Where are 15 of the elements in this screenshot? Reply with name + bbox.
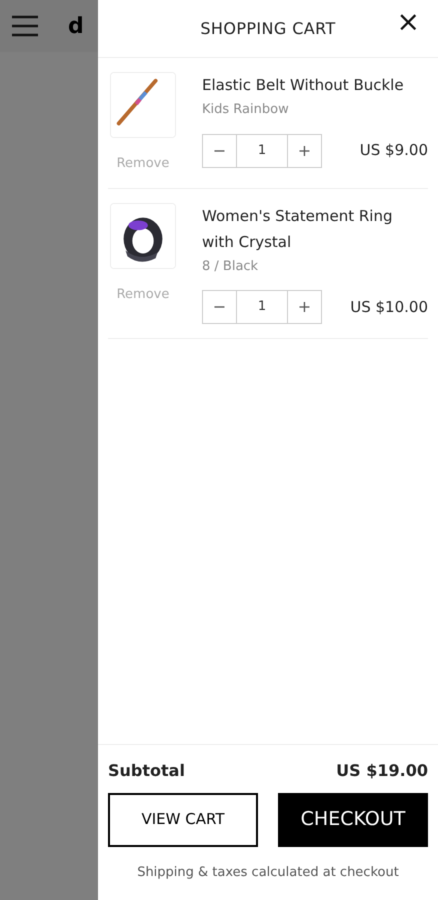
cart-title: SHOPPING CART xyxy=(200,18,336,40)
product-variant: 8 / Black xyxy=(202,258,260,276)
logo: d xyxy=(68,12,84,40)
product-name: Elastic Belt Without Buckle xyxy=(202,75,405,96)
shipping-note: Shipping & taxes calculated at checkout xyxy=(136,864,400,882)
subtotal-label: Subtotal xyxy=(108,760,185,782)
close-button[interactable]: × xyxy=(396,8,420,36)
view-cart-button[interactable]: VIEW CART xyxy=(108,792,258,846)
subtotal-amount: US $19.00 xyxy=(336,760,428,782)
checkout-button[interactable]: CHECKOUT xyxy=(278,792,428,846)
product-variant: Kids Rainbow xyxy=(202,101,290,119)
menu-icon[interactable] xyxy=(12,15,38,37)
product-name: Women's Statement Ring with Crystal xyxy=(202,206,394,252)
item-price: US $9.00 xyxy=(360,140,428,162)
item-price: US $10.00 xyxy=(350,296,428,318)
